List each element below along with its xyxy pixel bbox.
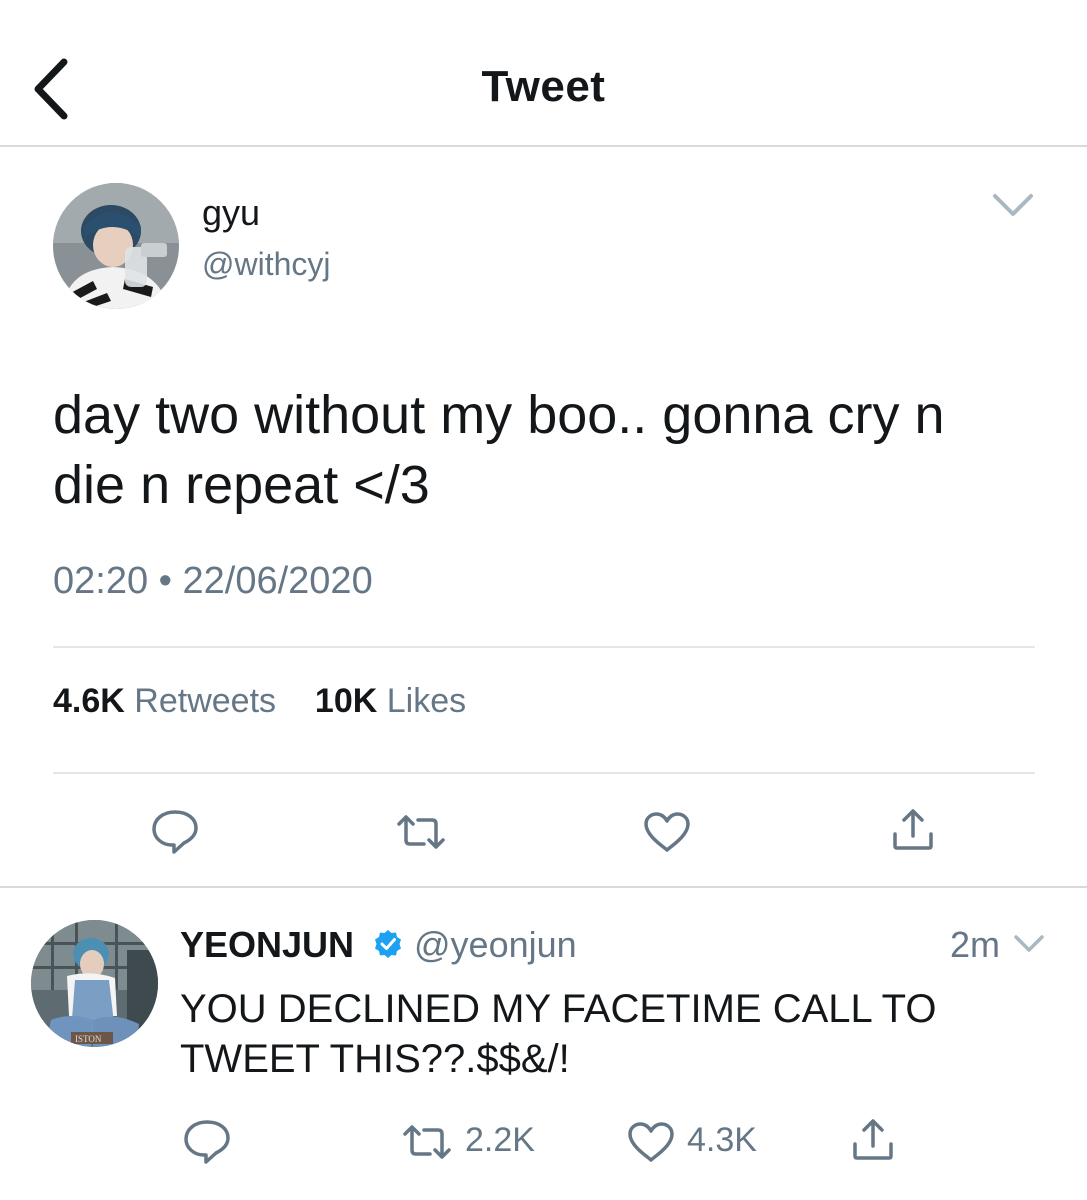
reply-timestamp: 2m xyxy=(950,924,1001,965)
speech-bubble-icon xyxy=(152,810,198,854)
top-bar: Tweet xyxy=(0,0,1087,147)
heart-icon xyxy=(644,812,690,852)
retweet-icon xyxy=(397,815,445,849)
share-icon xyxy=(893,809,933,850)
svg-text:ISTON: ISTON xyxy=(75,1034,102,1044)
author-name[interactable]: gyu xyxy=(202,192,260,234)
likes-count[interactable]: 10K xyxy=(315,682,377,720)
reply-button[interactable] xyxy=(150,808,200,854)
reply-retweet-button[interactable] xyxy=(402,1122,452,1162)
likes-label[interactable]: Likes xyxy=(387,682,466,720)
avatar[interactable] xyxy=(53,183,179,309)
tweet-text: day two without my boo.. gonna cry n die… xyxy=(53,385,945,515)
share-icon xyxy=(853,1119,893,1160)
reply-retweets-count: 2.2K xyxy=(465,1121,535,1159)
share-button[interactable] xyxy=(890,808,936,852)
more-options-button[interactable] xyxy=(990,190,1036,220)
tweet-stats: 4.6K Retweets 10K Likes xyxy=(53,682,466,721)
retweet-button[interactable] xyxy=(396,812,446,852)
reply-author-handle[interactable]: @yeonjun xyxy=(414,924,577,966)
heart-icon xyxy=(628,1122,674,1162)
like-button[interactable] xyxy=(642,810,692,854)
chevron-down-icon xyxy=(993,194,1033,216)
reply-likes-count: 4.3K xyxy=(687,1121,757,1159)
speech-bubble-icon xyxy=(184,1120,230,1164)
divider xyxy=(0,886,1087,888)
reply-avatar[interactable]: ISTON xyxy=(31,920,158,1047)
reply-reply-button[interactable] xyxy=(182,1118,232,1164)
tweet-timestamp: 02:20 • 22/06/2020 xyxy=(53,560,373,602)
reply-author-name[interactable]: YEONJUN xyxy=(180,924,354,966)
reply-more-options-button[interactable] xyxy=(1012,932,1046,956)
verified-badge xyxy=(373,929,403,959)
retweets-label[interactable]: Retweets xyxy=(134,682,276,720)
reply-share-button[interactable] xyxy=(850,1118,896,1162)
author-handle[interactable]: @withcyj xyxy=(202,246,331,283)
verified-badge-icon xyxy=(375,930,401,958)
reply-text: YOU DECLINED MY FACETIME CALL TO TWEET T… xyxy=(180,987,937,1081)
chevron-down-icon xyxy=(1014,935,1044,952)
retweet-icon xyxy=(403,1125,451,1159)
page-title: Tweet xyxy=(481,62,606,111)
divider xyxy=(53,646,1035,648)
divider xyxy=(53,772,1035,774)
retweets-count[interactable]: 4.6K xyxy=(53,682,125,720)
reply-like-button[interactable] xyxy=(626,1120,676,1164)
